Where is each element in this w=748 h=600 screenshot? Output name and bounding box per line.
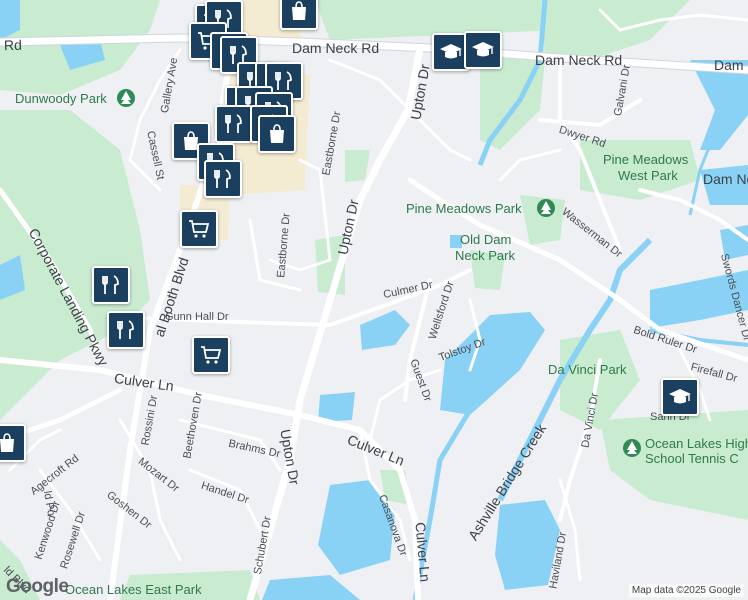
shopping-bag-icon — [292, 1, 306, 20]
fork-knife-icon — [214, 169, 231, 188]
shopping-bag-icon-marker[interactable] — [258, 115, 296, 153]
fork-knife-icon — [275, 71, 292, 90]
fork-knife-icon — [117, 320, 134, 339]
road-label-gunn-hall-dr: Gunn Hall Dr — [165, 311, 229, 323]
shopping-bag-icon-marker[interactable] — [280, 0, 318, 30]
shopping-cart-icon-marker[interactable] — [180, 210, 218, 248]
graduation-cap-icon — [472, 42, 494, 57]
fork-knife-icon-marker[interactable] — [204, 160, 242, 198]
shopping-cart-icon-marker[interactable] — [192, 336, 230, 374]
road-label-dam-neck-rd: Dam Neck Rd — [292, 40, 380, 56]
shopping-cart-icon — [189, 220, 210, 238]
park-label-ocean-lakes-tennis-1[interactable]: Ocean Lakes High — [645, 436, 748, 452]
fork-knife-icon — [102, 275, 119, 294]
park-label-pine-meadows-west-1[interactable]: Pine Meadows — [603, 152, 688, 168]
park-label-da-vinci-park[interactable]: Da Vinci Park — [548, 362, 627, 378]
map-attribution[interactable]: Map data ©2025 Google — [628, 584, 744, 597]
fork-knife-icon-marker[interactable] — [92, 266, 130, 304]
road-label-dam-right: Dam — [714, 57, 744, 73]
shopping-bag-icon — [270, 124, 284, 143]
park-label-old-dam-neck-1[interactable]: Old Dam — [460, 232, 511, 248]
park-label-pine-meadows-park[interactable]: Pine Meadows Park — [406, 201, 522, 217]
shopping-bag-icon-marker[interactable] — [0, 424, 26, 462]
park-label-dunwoody[interactable]: Dunwoody Park — [15, 91, 107, 107]
shopping-cart-icon — [201, 346, 222, 364]
park-label-old-dam-neck-2[interactable]: Neck Park — [455, 248, 515, 264]
map-canvas[interactable]: Dam Neck Rd Dam Neck Rd Rd Dam Dam Ne Up… — [0, 0, 748, 600]
road-label-dam-neck-rd-3: Rd — [3, 36, 23, 54]
park-label-ocean-lakes-tennis-2[interactable]: School Tennis C — [645, 451, 739, 467]
fork-knife-icon-marker[interactable] — [107, 311, 145, 349]
graduation-cap-icon-marker[interactable] — [661, 378, 699, 416]
graduation-cap-icon — [440, 44, 462, 59]
google-logo: Google — [6, 576, 69, 597]
road-label-dam-neck-rd-2: Dam Neck Rd — [535, 52, 623, 68]
fork-knife-icon — [225, 114, 242, 133]
fork-knife-icon-marker[interactable] — [215, 105, 253, 143]
shopping-bag-icon — [0, 433, 14, 452]
graduation-cap-icon — [669, 389, 691, 404]
park-label-ocean-lakes-east[interactable]: Ocean Lakes East Park — [65, 582, 202, 598]
park-label-pine-meadows-west-2[interactable]: West Park — [618, 168, 678, 184]
road-label-dam-neck-east: Dam Ne — [703, 171, 748, 187]
graduation-cap-icon-marker[interactable] — [464, 31, 502, 69]
